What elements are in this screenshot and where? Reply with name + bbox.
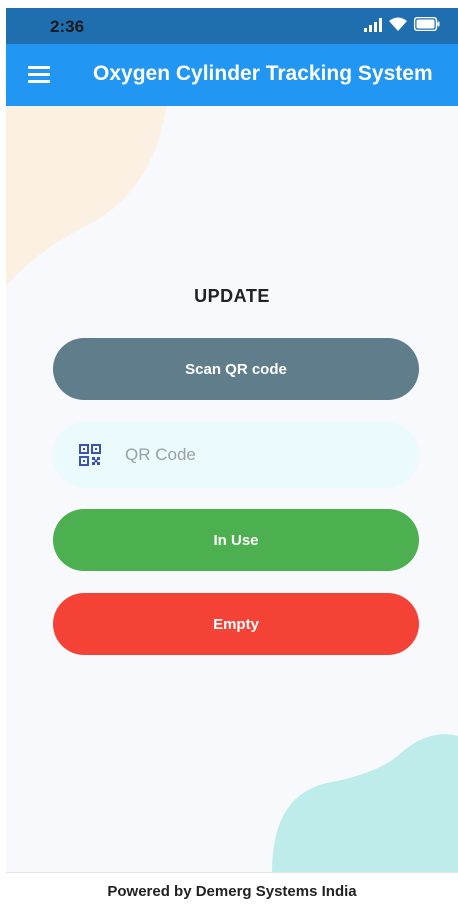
decorative-blob-top xyxy=(6,106,167,286)
qr-code-icon xyxy=(79,444,101,466)
in-use-button[interactable]: In Use xyxy=(53,509,419,571)
qr-code-field[interactable] xyxy=(53,422,419,488)
scan-qr-button[interactable]: Scan QR code xyxy=(53,338,419,400)
app-title: Oxygen Cylinder Tracking System xyxy=(93,62,433,85)
qr-code-input[interactable] xyxy=(123,444,387,466)
app-bar: Oxygen Cylinder Tracking System xyxy=(6,44,458,106)
main-content: UPDATE Scan QR code QR Code In Use Empty xyxy=(6,106,458,872)
status-icons xyxy=(364,16,440,32)
footer-text: Powered by Demerg Systems India xyxy=(107,883,357,900)
battery-icon xyxy=(414,17,440,31)
empty-button[interactable]: Empty xyxy=(53,593,419,655)
page-title: UPDATE xyxy=(194,286,270,306)
status-time: 2:36 xyxy=(50,17,85,36)
wifi-icon xyxy=(388,16,408,32)
footer: Powered by Demerg Systems India xyxy=(6,872,458,909)
app-screen: 2:36 Oxygen Cylinder Tracking System UPD… xyxy=(0,0,458,909)
signal-icon xyxy=(364,16,382,32)
menu-icon[interactable] xyxy=(28,66,50,84)
decorative-blob-bottom xyxy=(272,734,458,872)
status-bar: 2:36 xyxy=(6,8,458,44)
